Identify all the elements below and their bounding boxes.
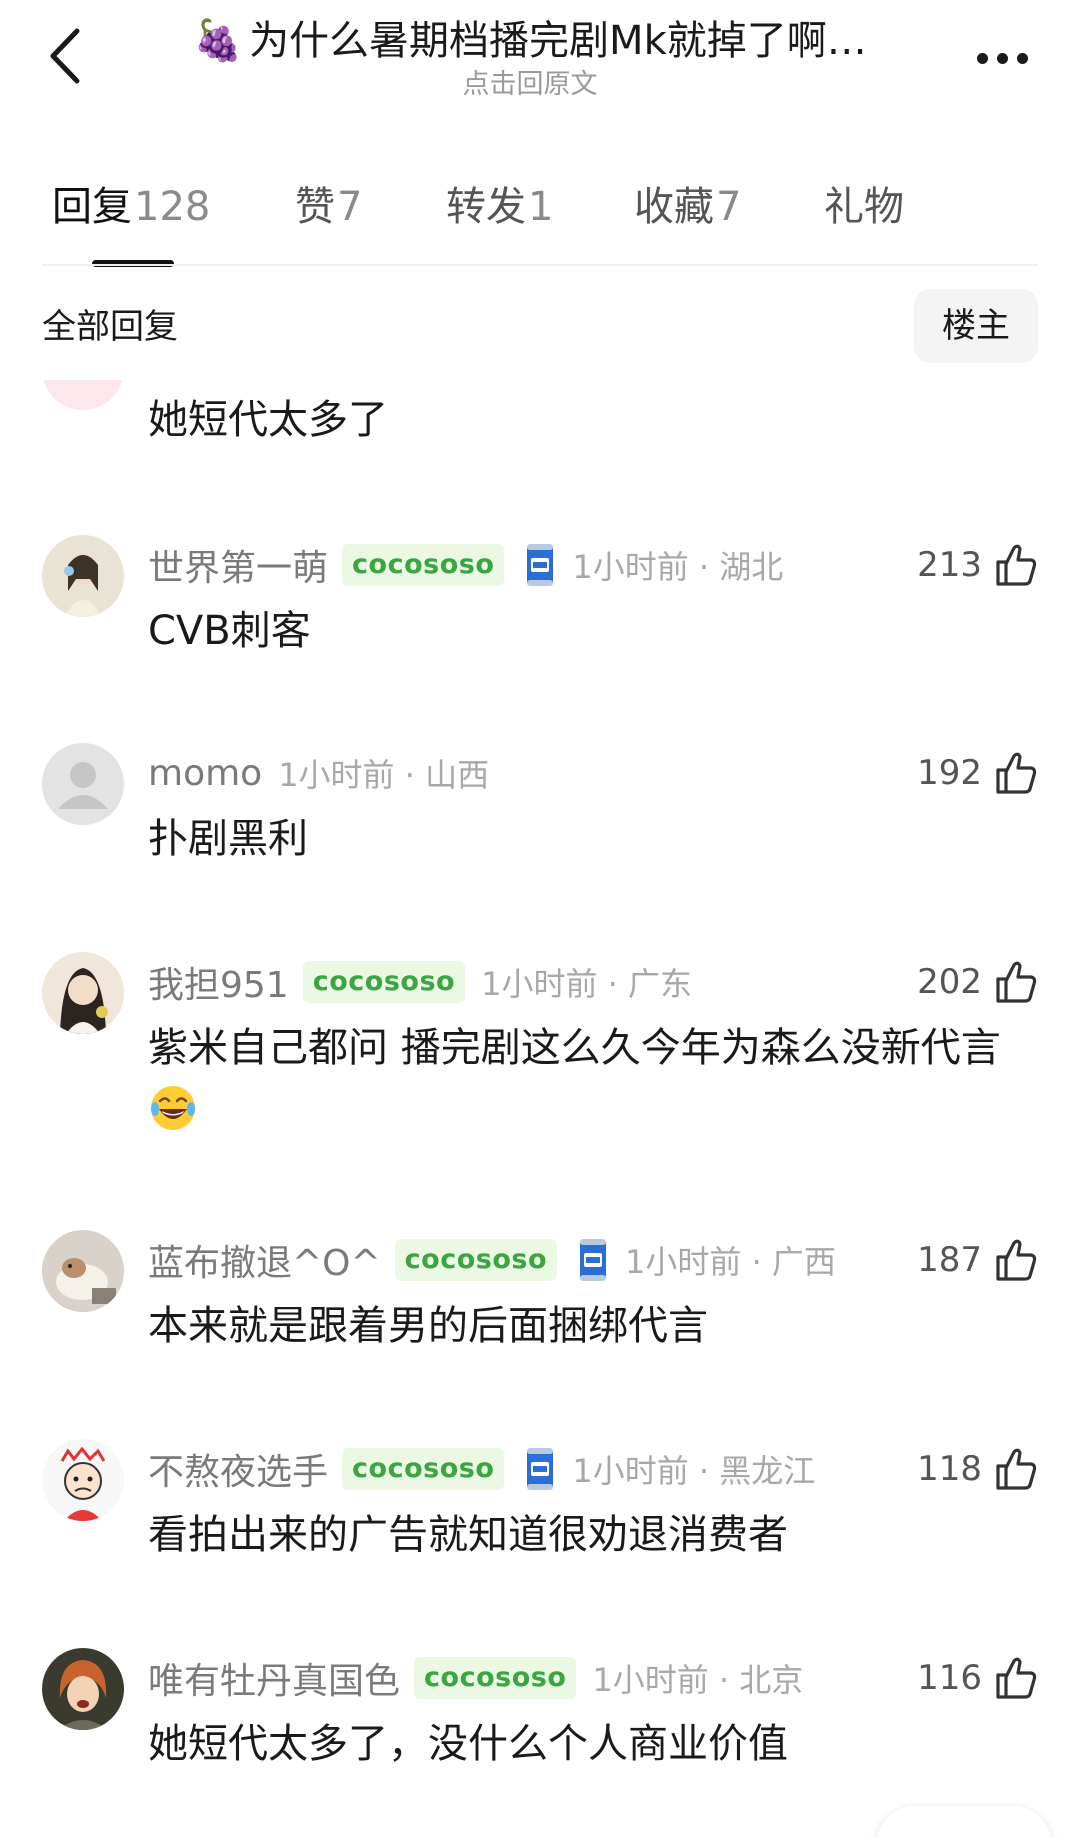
like-count: 202 xyxy=(917,962,982,1002)
like-count: 118 xyxy=(917,1449,982,1489)
username[interactable]: 我担951 xyxy=(148,956,289,1008)
comment-text[interactable]: 她短代太多了，没什么个人商业价值 xyxy=(148,1712,1038,1776)
comment-text[interactable]: CVB刺客 xyxy=(148,599,1038,663)
more-button[interactable] xyxy=(962,38,1042,78)
tab-likes[interactable]: 赞7 xyxy=(295,180,362,234)
comment-text[interactable]: 扑剧黑利 xyxy=(148,807,1038,871)
laughing-tears-emoji-icon xyxy=(151,1086,195,1130)
reaction-tabs: 回复128 赞7 转发1 收藏7 礼物 xyxy=(0,168,1080,268)
thumb-up-icon xyxy=(996,1448,1037,1490)
comment-meta: 蓝布撤退^O^ cocososo 1小时前 · 广西 xyxy=(148,1234,836,1286)
username[interactable]: momo xyxy=(148,753,262,794)
username[interactable]: 不熬夜选手 xyxy=(148,1443,328,1495)
post-title: 🍇 为什么暑期档播完剧Mk就掉了啊… xyxy=(150,14,910,68)
username[interactable]: 蓝布撤退^O^ xyxy=(148,1234,381,1286)
fan-badge[interactable]: cocososo xyxy=(302,961,466,1003)
comment-meta: momo 1小时前 · 山西 xyxy=(148,747,489,799)
like-count: 213 xyxy=(917,545,982,585)
thumb-up-icon xyxy=(996,1657,1037,1699)
avatar[interactable] xyxy=(42,380,124,410)
time-location: 1小时前 · 湖北 xyxy=(572,548,784,586)
username[interactable]: 唯有牡丹真国色 xyxy=(148,1652,400,1704)
comment-meta: 我担951 cocososo 1小时前 · 广东 xyxy=(148,956,692,1008)
time-location: 1小时前 · 黑龙江 xyxy=(572,1452,816,1490)
post-title-text: 为什么暑期档播完剧Mk就掉了啊… xyxy=(249,18,867,64)
fan-badge[interactable]: cocososo xyxy=(414,1657,577,1699)
fan-badge[interactable]: cocososo xyxy=(342,1448,505,1490)
back-button[interactable] xyxy=(34,20,94,92)
username[interactable]: 世界第一萌 xyxy=(148,539,328,591)
tab-replies[interactable]: 回复128 xyxy=(52,180,210,234)
comment-text[interactable]: 本来就是跟着男的后面捆绑代言 xyxy=(148,1294,1038,1358)
tabs-divider xyxy=(42,264,1038,266)
top-bar: 🍇 为什么暑期档播完剧Mk就掉了啊… 点击回原文 xyxy=(0,0,1080,120)
thumb-up-icon xyxy=(996,544,1037,586)
floating-action-button[interactable] xyxy=(876,1806,1052,1837)
tab-favorites[interactable]: 收藏7 xyxy=(634,180,741,234)
like-button[interactable]: 202 xyxy=(917,956,1038,1008)
comment-text[interactable]: 看拍出来的广告就知道很劝退消费者 xyxy=(148,1503,1038,1567)
like-button[interactable]: 187 xyxy=(917,1234,1038,1286)
avatar[interactable] xyxy=(42,1230,124,1312)
like-count: 192 xyxy=(917,753,982,793)
comment-text[interactable]: 紫米自己都问 播完剧这么久今年为森么没新代言 xyxy=(148,1016,1038,1144)
fan-badge[interactable]: cocososo xyxy=(394,1239,558,1281)
avatar[interactable] xyxy=(42,952,124,1034)
like-button[interactable]: 116 xyxy=(917,1652,1038,1704)
comment-meta: 不熬夜选手 cocososo 1小时前 · 黑龙江 xyxy=(148,1443,815,1495)
avatar[interactable] xyxy=(42,535,124,617)
op-only-button[interactable]: 楼主 xyxy=(914,289,1038,363)
comment-meta: 世界第一萌 cocososo 1小时前 · 湖北 xyxy=(148,539,783,591)
avatar[interactable] xyxy=(42,1648,124,1730)
thumb-up-icon xyxy=(996,1239,1037,1281)
chevron-left-icon xyxy=(50,28,80,84)
thumb-up-icon xyxy=(996,961,1037,1003)
comment-meta: 唯有牡丹真国色 cocososo 1小时前 · 北京 xyxy=(148,1652,803,1704)
avatar[interactable] xyxy=(42,1439,124,1521)
like-button[interactable]: 213 xyxy=(917,539,1038,591)
avatar[interactable] xyxy=(42,743,124,825)
comment-text[interactable]: 她短代太多了 xyxy=(148,392,388,448)
beer-can-icon xyxy=(527,544,554,586)
like-button[interactable]: 192 xyxy=(917,747,1038,799)
time-location: 1小时前 · 北京 xyxy=(592,1661,804,1699)
like-count: 187 xyxy=(917,1240,982,1280)
more-dots-icon xyxy=(976,52,988,64)
like-count: 116 xyxy=(917,1658,982,1698)
time-location: 1小时前 · 山西 xyxy=(278,756,490,794)
time-location: 1小时前 · 广西 xyxy=(625,1243,836,1281)
time-location: 1小时前 · 广东 xyxy=(481,965,692,1003)
fan-badge[interactable]: cocososo xyxy=(342,544,505,586)
beer-can-icon xyxy=(527,1448,554,1490)
all-replies-label[interactable]: 全部回复 xyxy=(42,305,178,349)
thumb-up-icon xyxy=(996,752,1037,794)
back-to-original-link[interactable]: 点击回原文 xyxy=(150,68,910,102)
grape-emoji-icon: 🍇 xyxy=(193,18,244,64)
like-button[interactable]: 118 xyxy=(917,1443,1038,1495)
tab-gifts[interactable]: 礼物 xyxy=(824,180,904,234)
post-title-area[interactable]: 🍇 为什么暑期档播完剧Mk就掉了啊… 点击回原文 xyxy=(150,14,910,102)
beer-can-icon xyxy=(580,1239,607,1281)
filter-row: 全部回复 楼主 xyxy=(0,285,1080,365)
tab-reposts[interactable]: 转发1 xyxy=(446,180,553,234)
